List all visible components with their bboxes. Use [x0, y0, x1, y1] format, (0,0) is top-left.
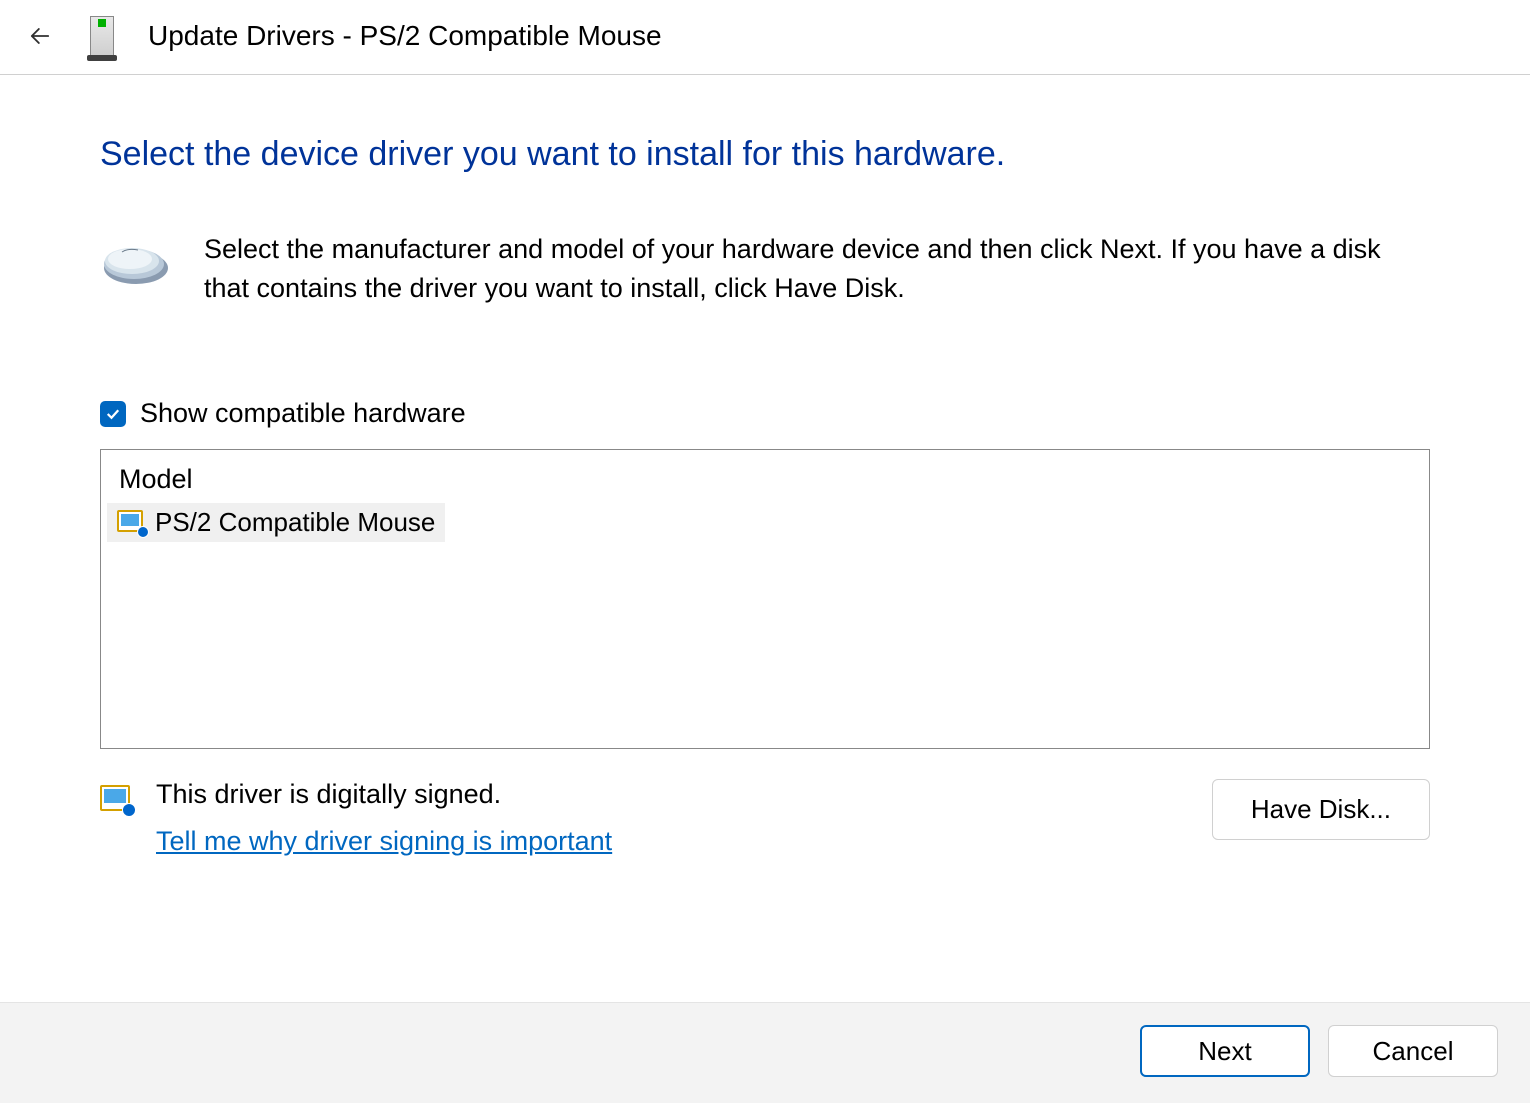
- next-button[interactable]: Next: [1140, 1025, 1310, 1077]
- have-disk-button[interactable]: Have Disk...: [1212, 779, 1430, 840]
- signed-texts: This driver is digitally signed. Tell me…: [156, 779, 612, 857]
- check-icon: [104, 405, 122, 423]
- signed-driver-icon: [117, 510, 147, 536]
- list-item[interactable]: PS/2 Compatible Mouse: [107, 503, 445, 542]
- list-header: Model: [101, 450, 1429, 503]
- titlebar: Update Drivers - PS/2 Compatible Mouse: [0, 0, 1530, 75]
- footer: Next Cancel: [0, 1002, 1530, 1103]
- device-icon: [90, 16, 114, 56]
- certificate-icon: [100, 785, 134, 815]
- window-title: Update Drivers - PS/2 Compatible Mouse: [148, 20, 662, 52]
- checkbox-label: Show compatible hardware: [140, 398, 466, 429]
- page-heading: Select the device driver you want to ins…: [100, 135, 1430, 174]
- checkbox-row: Show compatible hardware: [100, 398, 1430, 429]
- instruction-text: Select the manufacturer and model of you…: [204, 230, 1430, 308]
- show-compatible-checkbox[interactable]: [100, 401, 126, 427]
- back-button[interactable]: [24, 20, 56, 52]
- signed-row: This driver is digitally signed. Tell me…: [100, 779, 1430, 857]
- signing-info-link[interactable]: Tell me why driver signing is important: [156, 826, 612, 857]
- signed-status-text: This driver is digitally signed.: [156, 779, 612, 810]
- content-area: Select the device driver you want to ins…: [0, 75, 1530, 857]
- signed-left: This driver is digitally signed. Tell me…: [100, 779, 612, 857]
- model-list[interactable]: Model PS/2 Compatible Mouse: [100, 449, 1430, 749]
- instruction-row: Select the manufacturer and model of you…: [100, 230, 1430, 308]
- list-item-label: PS/2 Compatible Mouse: [155, 507, 435, 538]
- arrow-left-icon: [26, 22, 54, 50]
- mouse-icon: [100, 240, 172, 288]
- cancel-button[interactable]: Cancel: [1328, 1025, 1498, 1077]
